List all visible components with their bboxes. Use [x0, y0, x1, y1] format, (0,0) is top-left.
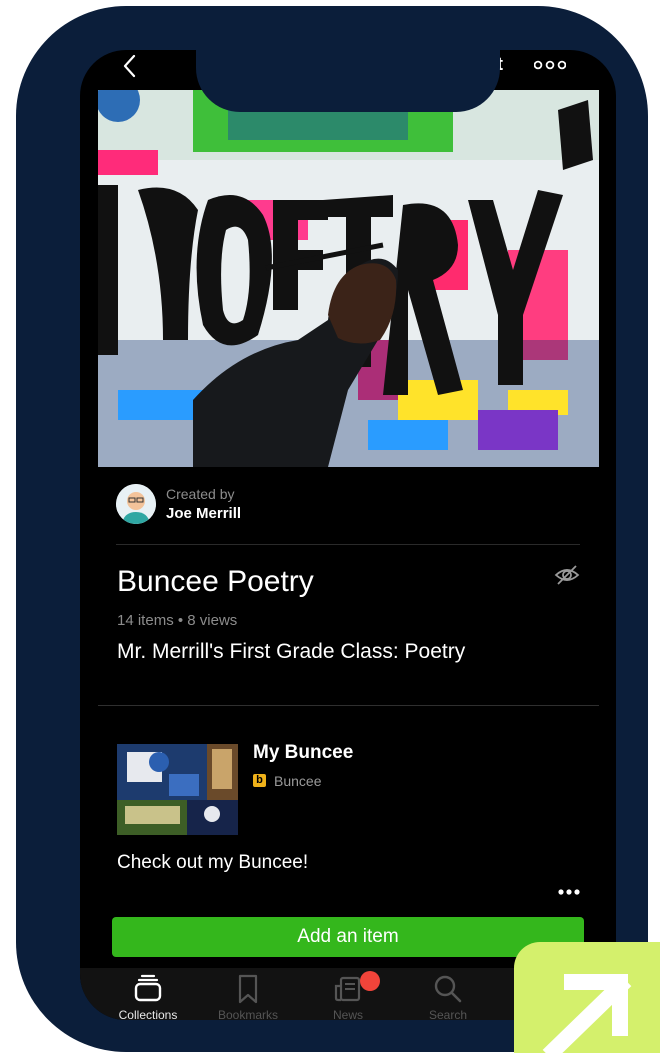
eye-slash-icon[interactable] — [554, 562, 580, 588]
tab-label: News — [332, 1008, 363, 1020]
created-by-label: Created by — [166, 486, 235, 502]
item-thumbnail[interactable] — [117, 744, 238, 835]
item-title[interactable]: My Buncee — [253, 742, 353, 764]
collection-meta: 14 items • 8 views — [117, 612, 238, 629]
collection-title: Buncee Poetry — [117, 565, 314, 598]
item-source: Buncee — [274, 773, 322, 789]
tab-label: Collections — [118, 1008, 178, 1020]
creator-name[interactable]: Joe Merrill — [166, 505, 241, 522]
phone-frame: it — [16, 6, 648, 1052]
tab-collections[interactable]: Collections — [98, 968, 198, 1020]
phone-notch — [196, 50, 500, 112]
cover-image — [98, 90, 599, 467]
avatar[interactable] — [116, 484, 156, 524]
tab-bookmarks[interactable]: Bookmarks — [198, 968, 298, 1020]
news-icon — [334, 976, 361, 1002]
tab-label: Bookmarks — [217, 1008, 279, 1020]
tab-news[interactable]: News — [298, 968, 398, 1020]
chevron-left-icon[interactable] — [120, 54, 140, 78]
divider — [98, 705, 599, 706]
arrow-up-right-icon — [542, 974, 632, 1058]
ellipsis-icon[interactable] — [558, 888, 580, 896]
notification-badge — [360, 971, 380, 991]
phone-screen: it — [80, 50, 616, 1020]
divider — [116, 544, 580, 545]
search-icon — [434, 975, 462, 1003]
corner-badge[interactable] — [514, 942, 660, 1058]
collections-icon — [134, 974, 162, 1002]
buncee-logo-icon: b — [253, 774, 266, 787]
tab-search[interactable]: Search — [398, 968, 498, 1020]
bookmark-icon — [238, 974, 258, 1004]
item-caption: Check out my Buncee! — [117, 852, 309, 873]
tab-label: Search — [428, 1008, 468, 1020]
collection-description: Mr. Merrill's First Grade Class: Poetry — [117, 640, 466, 663]
ellipsis-icon[interactable] — [534, 60, 566, 70]
